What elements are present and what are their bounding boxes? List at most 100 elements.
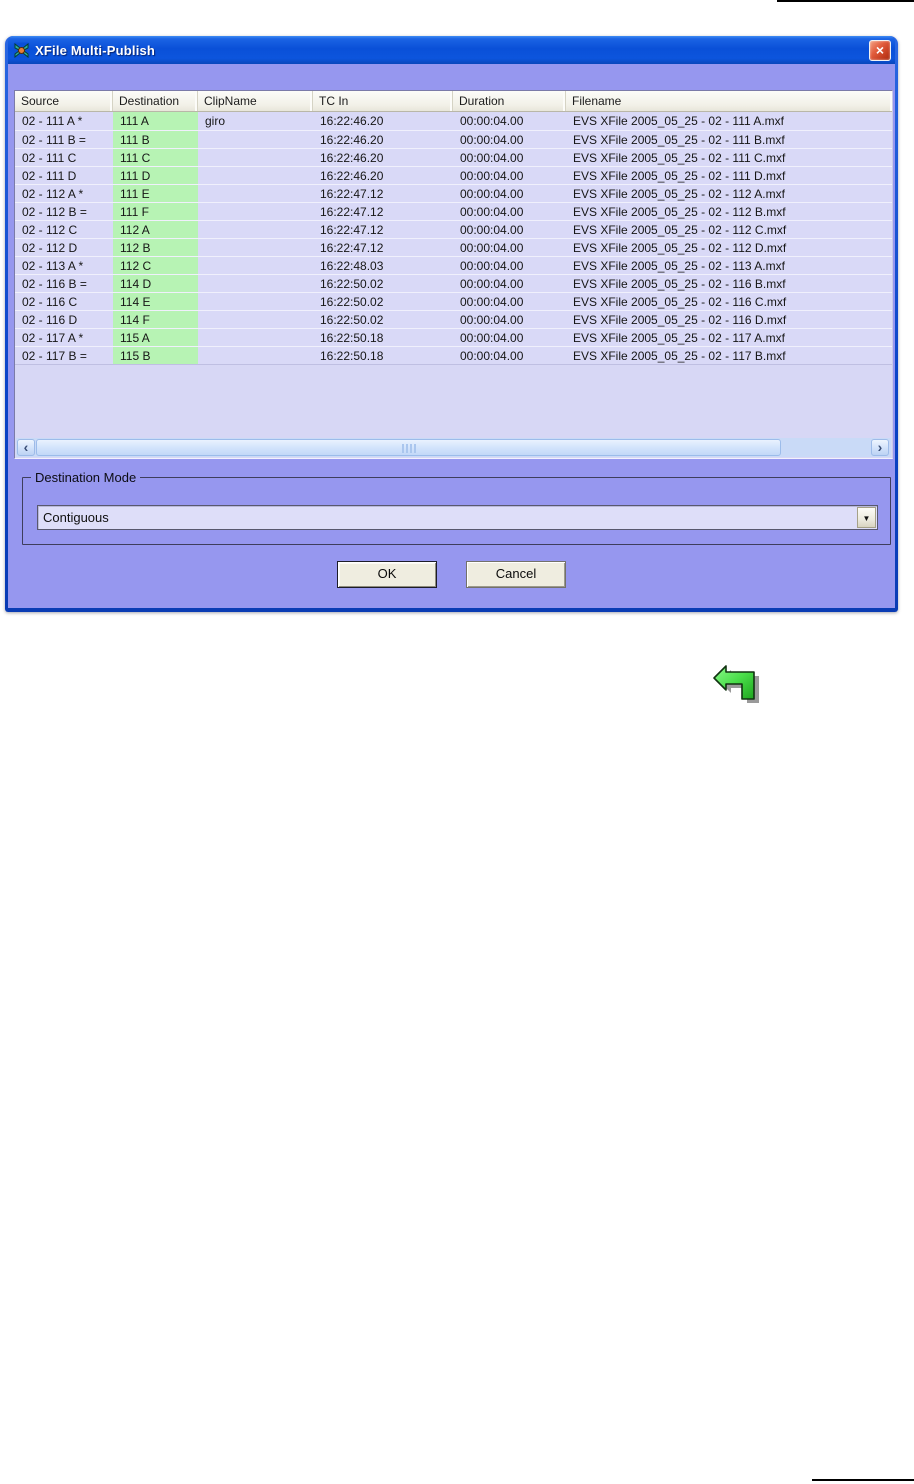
table-row[interactable]: 02 - 116 C 114 E 16:22:50.02 00:00:04.00 EVS… <box>15 292 892 311</box>
cell-destination: 111 E <box>113 185 198 202</box>
cell-tcin: 16:22:50.18 <box>320 349 384 363</box>
cell-clipname <box>198 239 313 256</box>
close-icon: × <box>875 42 885 58</box>
cell-filename: EVS XFile 2005_05_25 - 02 - 111 D.mxf <box>573 169 786 183</box>
cell-filename: EVS XFile 2005_05_25 - 02 - 112 D.mxf <box>573 241 787 255</box>
cancel-button[interactable]: Cancel <box>466 561 566 588</box>
cell-tcin: 16:22:47.12 <box>320 241 384 255</box>
cell-duration: 00:00:04.00 <box>460 151 524 165</box>
table-row[interactable]: 02 - 117 B = 115 B 16:22:50.18 00:00:04.00 E… <box>15 346 892 365</box>
cell-tcin: 16:22:48.03 <box>320 259 384 273</box>
cell-destination: 111 B <box>113 131 198 148</box>
column-header-tcin[interactable]: TC In <box>313 91 453 111</box>
titlebar[interactable]: XFile Multi-Publish × <box>8 36 895 64</box>
back-arrow-icon[interactable] <box>711 663 761 705</box>
cell-destination: 112 C <box>113 257 198 274</box>
cell-destination: 115 A <box>113 329 198 346</box>
cell-duration: 00:00:04.00 <box>460 295 524 309</box>
cell-tcin: 16:22:47.12 <box>320 223 384 237</box>
cell-source: 02 - 116 D <box>22 313 78 327</box>
cell-source: 02 - 112 D <box>22 241 78 255</box>
destination-mode-groupbox: Destination Mode Contiguous ▼ <box>22 470 891 545</box>
document-page: XFile Multi-Publish × Source Destination… <box>0 0 914 1484</box>
cell-clipname <box>198 167 313 184</box>
table-row[interactable]: 02 - 116 D 114 F 16:22:50.02 00:00:04.00 EVS… <box>15 310 892 329</box>
cell-source: 02 - 111 B = <box>22 133 86 147</box>
table-row[interactable]: 02 - 116 B = 114 D 16:22:50.02 00:00:04.00 E… <box>15 274 892 293</box>
combo-dropdown-button[interactable]: ▼ <box>857 507 876 528</box>
table-row[interactable]: 02 - 112 A * 111 E 16:22:47.12 00:00:04.00 E… <box>15 184 892 203</box>
cell-duration: 00:00:04.00 <box>460 259 524 273</box>
table-row[interactable]: 02 - 117 A * 115 A 16:22:50.18 00:00:04.00 E… <box>15 328 892 347</box>
cell-filename: EVS XFile 2005_05_25 - 02 - 111 B.mxf <box>573 133 785 147</box>
cell-filename: EVS XFile 2005_05_25 - 02 - 117 A.mxf <box>573 331 785 345</box>
cell-duration: 00:00:04.00 <box>460 223 524 237</box>
scroll-left-icon: ‹ <box>23 439 29 455</box>
cell-source: 02 - 113 A * <box>22 259 84 273</box>
cell-tcin: 16:22:46.20 <box>320 169 384 183</box>
column-header-source[interactable]: Source <box>15 91 113 111</box>
scroll-left-button[interactable]: ‹ <box>17 439 35 456</box>
table-body: 02 - 111 A * 111 A giro 16:22:46.20 00:00:04… <box>15 112 892 365</box>
cell-source: 02 - 112 A * <box>22 187 84 201</box>
cell-filename: EVS XFile 2005_05_25 - 02 - 113 A.mxf <box>573 259 785 273</box>
table-row[interactable]: 02 - 111 A * 111 A giro 16:22:46.20 00:00:04… <box>15 112 892 131</box>
cell-filename: EVS XFile 2005_05_25 - 02 - 116 C.mxf <box>573 295 787 309</box>
cell-clipname <box>198 257 313 274</box>
cell-source: 02 - 116 B = <box>22 277 87 291</box>
cell-tcin: 16:22:46.20 <box>320 114 384 128</box>
cell-duration: 00:00:04.00 <box>460 205 524 219</box>
xfile-app-icon <box>13 42 30 58</box>
horizontal-scrollbar[interactable]: ‹ › <box>16 438 891 457</box>
table-row[interactable]: 02 - 111 C 111 C 16:22:46.20 00:00:04.00 EVS… <box>15 148 892 167</box>
destination-mode-value: Contiguous <box>43 510 109 525</box>
cell-destination: 114 F <box>113 311 198 328</box>
close-button[interactable]: × <box>869 40 891 61</box>
cell-source: 02 - 111 C <box>22 151 77 165</box>
cell-filename: EVS XFile 2005_05_25 - 02 - 117 B.mxf <box>573 349 786 363</box>
cell-filename: EVS XFile 2005_05_25 - 02 - 112 C.mxf <box>573 223 787 237</box>
ok-button[interactable]: OK <box>337 561 437 588</box>
cell-destination: 112 B <box>113 239 198 256</box>
cell-source: 02 - 117 B = <box>22 349 87 363</box>
cell-source: 02 - 111 D <box>22 169 77 183</box>
cell-filename: EVS XFile 2005_05_25 - 02 - 111 C.mxf <box>573 151 786 165</box>
cell-clipname <box>198 203 313 220</box>
dialog-client-area: Source Destination ClipName TC In Durati… <box>8 64 895 608</box>
destination-mode-label: Destination Mode <box>31 470 141 485</box>
table-row[interactable]: 02 - 112 C 112 A 16:22:47.12 00:00:04.00 EVS… <box>15 220 892 239</box>
chevron-down-icon: ▼ <box>862 514 871 523</box>
column-header-duration[interactable]: Duration <box>453 91 566 111</box>
cell-tcin: 16:22:50.02 <box>320 295 384 309</box>
cell-duration: 00:00:04.00 <box>460 277 524 291</box>
table-row[interactable]: 02 - 112 D 112 B 16:22:47.12 00:00:04.00 EVS… <box>15 238 892 257</box>
cell-clipname <box>198 131 313 148</box>
table-row[interactable]: 02 - 111 D 111 D 16:22:46.20 00:00:04.00 EVS… <box>15 166 892 185</box>
cell-source: 02 - 117 A * <box>22 331 84 345</box>
scrollbar-thumb[interactable] <box>36 439 781 456</box>
cell-clipname <box>198 311 313 328</box>
column-header-destination[interactable]: Destination <box>113 91 198 111</box>
column-header-filename[interactable]: Filename <box>566 91 892 111</box>
cell-tcin: 16:22:47.12 <box>320 187 384 201</box>
cell-clipname <box>198 293 313 310</box>
destination-mode-select[interactable]: Contiguous ▼ <box>37 505 878 530</box>
cell-tcin: 16:22:46.20 <box>320 151 384 165</box>
cell-filename: EVS XFile 2005_05_25 - 02 - 112 B.mxf <box>573 205 786 219</box>
cell-destination: 114 E <box>113 293 198 310</box>
scroll-right-button[interactable]: › <box>871 439 889 456</box>
cell-clipname <box>198 149 313 166</box>
cell-clipname <box>198 221 313 238</box>
column-header-clipname[interactable]: ClipName <box>198 91 313 111</box>
table-row[interactable]: 02 - 113 A * 112 C 16:22:48.03 00:00:04.00 E… <box>15 256 892 275</box>
cell-destination: 114 D <box>113 275 198 292</box>
table-row[interactable]: 02 - 111 B = 111 B 16:22:46.20 00:00:04.00 E… <box>15 130 892 149</box>
cell-destination: 111 F <box>113 203 198 220</box>
cell-source: 02 - 112 B = <box>22 205 87 219</box>
cell-clipname <box>198 275 313 292</box>
table-row[interactable]: 02 - 112 B = 111 F 16:22:47.12 00:00:04.00 E… <box>15 202 892 221</box>
cell-filename: EVS XFile 2005_05_25 - 02 - 112 A.mxf <box>573 187 785 201</box>
cell-tcin: 16:22:50.02 <box>320 277 384 291</box>
page-bottom-rule <box>812 1479 914 1481</box>
cell-destination: 111 C <box>113 149 198 166</box>
